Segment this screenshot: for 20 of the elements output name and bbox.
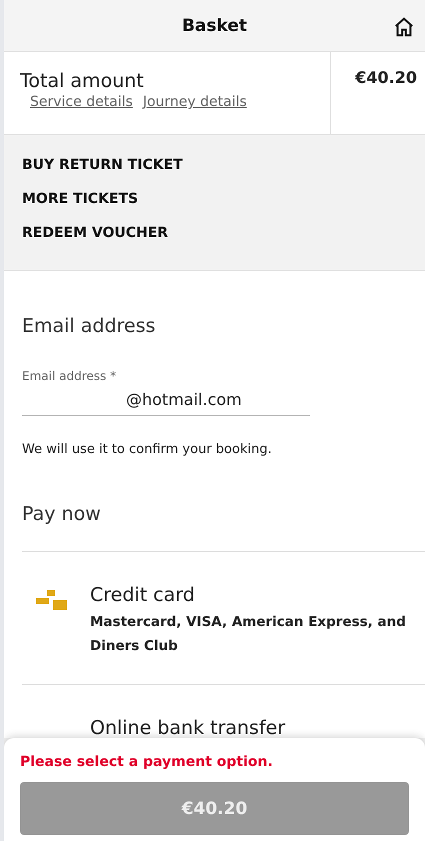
cards-icon [36,590,70,612]
action-link[interactable]: REDEEM VOUCHER [22,225,168,241]
details-link[interactable]: Journey details [142,94,247,110]
email-field[interactable]: @hotmail.com [22,383,310,416]
action-link[interactable]: MORE TICKETS [22,191,138,207]
error-message: Please select a payment option. [20,754,274,770]
page-title: Basket [182,16,248,36]
total-amount: €40.20 [354,67,418,89]
details-link[interactable]: Service details [30,94,133,110]
section-heading: Pay now [22,503,102,525]
home-icon[interactable] [393,16,415,38]
payment-option[interactable]: Credit card Mastercard, VISA, American Express, and Diners Club [22,551,425,684]
total-label: Total amount [20,70,145,92]
helper-text: We will use it to confirm your booking. [22,442,273,457]
option-title: Credit card [90,584,196,606]
option-title: Online bank transfer [90,717,286,738]
field-label: Email address * [22,369,118,383]
section-heading: Email address [22,315,156,337]
option-description: Mastercard, VISA, American Express, and Diners Club [90,613,407,656]
action-link[interactable]: BUY RETURN TICKET [22,157,183,173]
